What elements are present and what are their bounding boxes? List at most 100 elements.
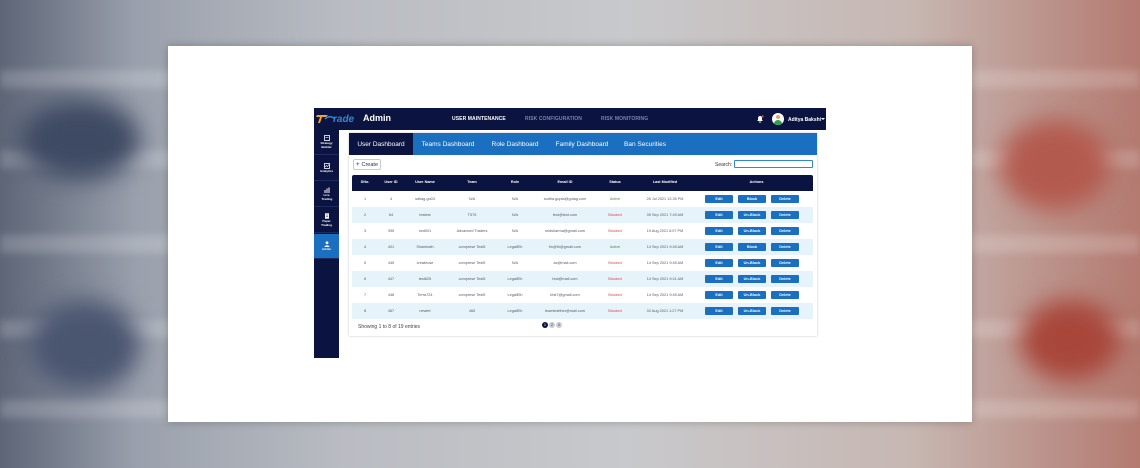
cell-email: test7@gmail.com (550, 293, 580, 297)
col-email[interactable]: Email ID (530, 180, 600, 184)
tab-role-dashboard[interactable]: Role Dashboard (483, 133, 547, 155)
app-logo[interactable]: rade (316, 112, 354, 126)
cell-last-modified: 14 Sep 2021 9:45 AM (646, 293, 684, 297)
cell-role: LegalEth (507, 309, 523, 313)
unblock-button[interactable]: Un-Block (738, 259, 766, 267)
cell-user-name: testest (419, 213, 431, 217)
edit-button[interactable]: Edit (705, 307, 733, 315)
edit-button[interactable]: Edit (705, 275, 733, 283)
unblock-button[interactable]: Un-Block (738, 307, 766, 315)
table-row: 2 64 testest T575 N/A test@test.com Blocked 05 … (352, 207, 813, 223)
block-button[interactable]: Block (738, 195, 766, 203)
delete-button[interactable]: Delete (771, 307, 799, 315)
page-3-button[interactable]: 3 (556, 322, 562, 328)
tab-teams-dashboard[interactable]: Teams Dashboard (415, 133, 481, 155)
search-label: Search: (715, 162, 733, 168)
logo-icon (316, 115, 336, 123)
sidebar-item-analytics[interactable]: Analytics (314, 156, 339, 181)
cell-email: test@mail.com (552, 277, 578, 281)
col-status[interactable]: Status (600, 180, 630, 184)
cell-user-id: 448 (387, 293, 395, 297)
cell-last-modified: 19 Aug 2021 6:07 PM (646, 229, 684, 233)
delete-button[interactable]: Delete (771, 259, 799, 267)
cell-user-id: 445 (387, 261, 395, 265)
unblock-button[interactable]: Un-Block (738, 227, 766, 235)
sidebar-item-admin[interactable]: Admin (314, 234, 339, 259)
edit-button[interactable]: Edit (705, 227, 733, 235)
cell-role: LegalEth (507, 245, 523, 249)
col-user-name[interactable]: User Name (406, 180, 444, 184)
notification-bell-icon[interactable] (756, 115, 764, 123)
search-input[interactable] (734, 160, 813, 168)
table-row: 6 447 test625 comprese Test5 LegalEth test@ma… (352, 271, 813, 287)
table-row: 1 4 sdhag.gu03 N/A N/A sudha.gupta@gutag.com A… (352, 191, 813, 207)
cell-sno: 5 (363, 261, 367, 265)
create-button-label: Create (361, 161, 379, 168)
block-button[interactable]: Block (738, 243, 766, 251)
user-avatar[interactable] (772, 113, 784, 125)
chart-icon (324, 187, 329, 193)
cell-team: 465 (468, 309, 476, 313)
delete-button[interactable]: Delete (771, 291, 799, 299)
edit-button[interactable]: Edit (705, 211, 733, 219)
user-name[interactable]: Aditya Bakshi (788, 117, 821, 123)
nav-risk-monitoring[interactable]: RISK MONITORING (601, 116, 648, 122)
page-1-button[interactable]: 1 (542, 322, 548, 328)
table-row: 7 448 Terra724 comprese Test5 LegalEth test7@… (352, 287, 813, 303)
cell-status: Blocked (608, 261, 622, 265)
col-actions: Actions (749, 180, 764, 184)
cell-user-id: 4 (389, 197, 393, 201)
cell-status: Active (609, 245, 621, 249)
page-2-button[interactable]: 2 (549, 322, 555, 328)
edit-button[interactable]: Edit (705, 291, 733, 299)
cell-user-name: xed001 (418, 229, 432, 233)
cell-team: T575 (467, 213, 477, 217)
cell-status: Blocked (608, 293, 622, 297)
entries-info: Showing 1 to 8 of 19 entries (358, 324, 420, 330)
unblock-button[interactable]: Un-Block (738, 211, 766, 219)
col-last-modified[interactable]: Last Modified (630, 180, 700, 184)
delete-button[interactable]: Delete (771, 195, 799, 203)
sidebar-item-paper-trading[interactable]: Paper Trading (314, 208, 339, 233)
tab-ban-securities[interactable]: Ban Securities (617, 133, 673, 155)
unblock-button[interactable]: Un-Block (738, 291, 766, 299)
edit-button[interactable]: Edit (705, 259, 733, 267)
delete-button[interactable]: Delete (771, 243, 799, 251)
cell-user-name: Terra724 (417, 293, 433, 297)
chevron-down-icon[interactable] (821, 118, 825, 120)
unblock-button[interactable]: Un-Block (738, 275, 766, 283)
cell-user-name: sdhag.gu03 (415, 197, 435, 201)
cell-user-name: test625 (418, 277, 432, 281)
tab-family-dashboard[interactable]: Family Dashboard (549, 133, 615, 155)
nav-risk-configuration[interactable]: RISK CONFIGURATION (525, 116, 582, 122)
sidebar-item-strategy-builder[interactable]: Strategy Builder (314, 130, 339, 155)
col-user-id[interactable]: User ID (376, 180, 406, 184)
delete-button[interactable]: Delete (771, 211, 799, 219)
cell-last-modified: 14 Sep 2021 9:45 AM (646, 245, 684, 249)
table-header: SNo. User ID User Name Team Role Email I… (352, 175, 813, 191)
top-navbar: rade Admin USER MAINTENANCE RISK CONFIGU… (314, 108, 826, 130)
nav-user-maintenance[interactable]: USER MAINTENANCE (452, 116, 506, 122)
delete-button[interactable]: Delete (771, 275, 799, 283)
tab-user-dashboard[interactable]: User Dashboard (349, 133, 413, 155)
edit-button[interactable]: Edit (705, 195, 733, 203)
cell-team: comprese Test5 (458, 277, 486, 281)
sidebar-item-label: Live Trading (321, 193, 333, 201)
col-team[interactable]: Team (444, 180, 500, 184)
cell-team: comprese Test5 (458, 261, 486, 265)
col-role[interactable]: Role (500, 180, 530, 184)
create-button[interactable]: + Create (353, 159, 381, 170)
table-row: 4 401 Shanteath comprese Test5 LegalEth fin@t… (352, 239, 813, 255)
cell-last-modified: 14 Sep 2021 9:45 AM (646, 261, 684, 265)
cell-role: N/A (511, 261, 519, 265)
delete-button[interactable]: Delete (771, 227, 799, 235)
edit-button[interactable]: Edit (705, 243, 733, 251)
cell-email: teamtestther@mail.com (544, 309, 586, 313)
cell-last-modified: 14 Sep 2021 9:41 AM (646, 277, 684, 281)
cell-sno: 7 (363, 293, 367, 297)
cell-role: LegalEth (507, 277, 523, 281)
cell-user-name: createuse (416, 261, 434, 265)
analytics-icon (323, 162, 330, 169)
col-sno[interactable]: SNo. (354, 180, 376, 184)
sidebar-item-live-trading[interactable]: Live Trading (314, 182, 339, 207)
